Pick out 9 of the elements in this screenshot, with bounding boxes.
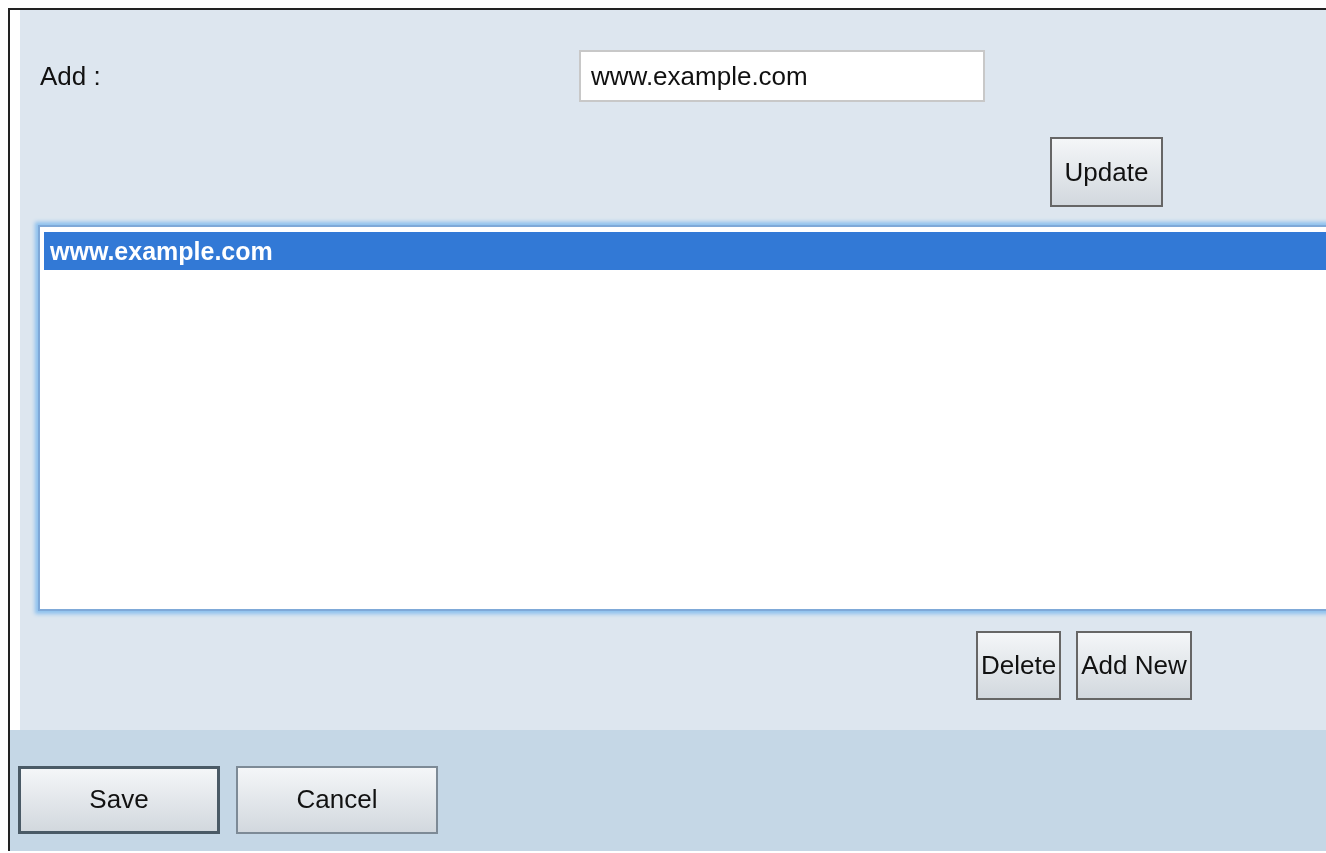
delete-button[interactable]: Delete bbox=[976, 631, 1062, 700]
list-box[interactable]: www.example.com bbox=[38, 225, 1326, 611]
add-label: Add : bbox=[40, 60, 102, 92]
list-item[interactable]: www.example.com bbox=[44, 232, 1326, 270]
add-new-button[interactable]: Add New bbox=[1076, 631, 1192, 700]
cancel-button[interactable]: Cancel bbox=[236, 765, 438, 834]
add-field[interactable]: www.example.com bbox=[579, 50, 985, 102]
save-button[interactable]: Save bbox=[18, 765, 220, 834]
update-button[interactable]: Update bbox=[1050, 137, 1163, 207]
